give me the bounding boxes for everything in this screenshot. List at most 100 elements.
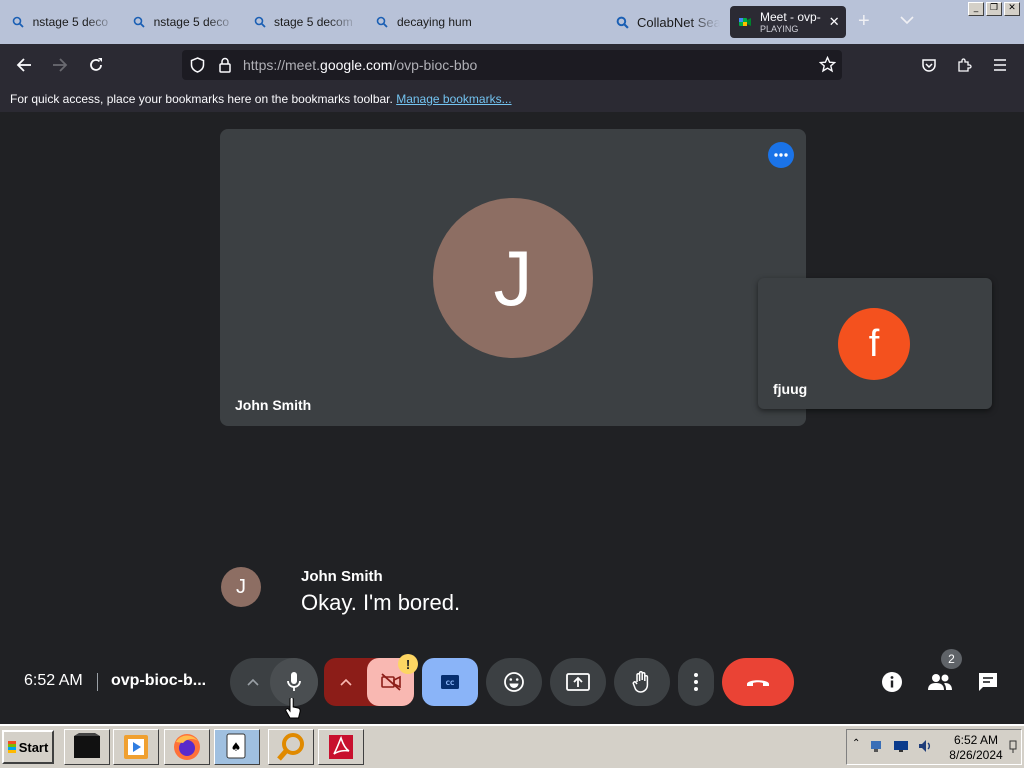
taskbar-app-solitaire[interactable]: ♠	[214, 729, 260, 765]
present-screen-button[interactable]	[550, 658, 606, 706]
windows-logo-icon	[7, 741, 16, 753]
url-text: https://meet.google.com/ovp-bioc-bbo	[243, 57, 478, 73]
pocket-button[interactable]	[916, 52, 942, 78]
hamburger-menu-icon	[994, 59, 1006, 71]
browser-tab[interactable]: decaying hum	[367, 6, 597, 38]
network-icon[interactable]	[869, 738, 885, 759]
svg-text:CC: CC	[446, 680, 455, 687]
hang-up-icon	[747, 680, 769, 686]
taskbar-time[interactable]: 6:52 AM	[945, 733, 1007, 747]
browser-tab-active[interactable]: Meet - ovp- PLAYING ✕	[730, 6, 846, 38]
app-menu-button[interactable]	[987, 52, 1013, 78]
meeting-code[interactable]: ovp-bioc-b...	[111, 672, 206, 690]
close-tab-icon[interactable]: ✕	[829, 14, 840, 30]
hand-icon	[632, 671, 649, 693]
bookmark-star-icon[interactable]	[818, 55, 837, 78]
participant-count-badge: 2	[941, 649, 962, 669]
show-everyone-button[interactable]	[926, 668, 954, 696]
search-icon	[254, 15, 266, 29]
pocket-icon	[922, 59, 936, 72]
chat-icon	[979, 673, 997, 691]
divider	[97, 673, 98, 691]
participant-avatar: f	[838, 308, 910, 380]
browser-tab[interactable]: CollabNet Sea	[608, 6, 720, 38]
svg-text:♠: ♠	[231, 740, 242, 754]
show-desktop-icon[interactable]	[1007, 738, 1019, 759]
browser-tab-strip: nstage 5 deco nstage 5 deco stage 5 deco…	[0, 0, 1024, 44]
captions-button[interactable]: CC	[422, 658, 478, 706]
taskbar-app-search[interactable]	[268, 729, 314, 765]
playing-cards-icon: ♠	[226, 733, 246, 759]
close-window-button[interactable]: ✕	[1004, 2, 1020, 16]
microphone-icon	[287, 672, 301, 691]
tile-more-options-button[interactable]	[768, 142, 794, 168]
taskbar-app-firefox[interactable]	[164, 729, 210, 765]
chevron-down-icon[interactable]	[900, 12, 914, 30]
chat-button[interactable]	[974, 668, 1002, 696]
lock-icon[interactable]	[218, 57, 232, 78]
window-controls: _ ❐ ✕	[968, 2, 1020, 16]
microphone-control-group	[230, 658, 318, 706]
volume-icon[interactable]	[917, 738, 933, 759]
emoji-icon	[504, 672, 524, 692]
people-icon	[928, 674, 952, 690]
search-icon	[375, 15, 389, 29]
search-icon	[12, 15, 25, 29]
firefox-icon	[174, 734, 200, 760]
caption-text: Okay. I'm bored.	[301, 590, 461, 615]
meeting-details-button[interactable]	[878, 668, 906, 696]
more-options-button[interactable]	[678, 658, 714, 706]
info-icon	[882, 672, 902, 692]
windows-taskbar: Start ♠ ⌃ 6:52 AM 8/26/2024	[0, 724, 1024, 768]
pdf-reader-icon	[329, 735, 353, 759]
search-icon	[616, 15, 629, 29]
mouse-cursor	[284, 696, 302, 725]
chevron-up-icon[interactable]: ⌃	[852, 738, 860, 749]
warning-badge: !	[398, 654, 418, 674]
reload-icon	[90, 58, 102, 71]
restore-button[interactable]: ❐	[986, 2, 1002, 16]
raise-hand-button[interactable]	[614, 658, 670, 706]
back-arrow-icon	[16, 58, 31, 72]
extensions-button[interactable]	[951, 52, 977, 78]
forward-button[interactable]	[47, 52, 73, 78]
participant-name: John Smith	[235, 397, 312, 413]
caption-speaker: John Smith	[301, 568, 383, 585]
media-player-icon	[124, 735, 148, 759]
forward-arrow-icon	[53, 58, 68, 72]
taskbar-app-acrobat[interactable]	[318, 729, 364, 765]
browser-tab[interactable]: nstage 5 deco	[4, 6, 116, 38]
reactions-button[interactable]	[486, 658, 542, 706]
more-horizontal-icon	[774, 153, 788, 157]
new-tab-button[interactable]: +	[858, 10, 870, 33]
system-tray: ⌃ 6:52 AM 8/26/2024	[846, 729, 1022, 765]
reload-button[interactable]	[83, 52, 109, 78]
search-icon	[133, 15, 146, 29]
more-vertical-icon	[694, 673, 698, 691]
participant-avatar: J	[433, 198, 593, 358]
start-button[interactable]: Start	[2, 730, 54, 764]
main-participant-tile[interactable]: J John Smith	[220, 129, 806, 426]
self-view-tile[interactable]: f fjuug	[758, 278, 992, 409]
caption-avatar: J	[221, 567, 261, 607]
browser-navigation-bar: https://meet.google.com/ovp-bioc-bbo	[0, 44, 1024, 86]
back-button[interactable]	[11, 52, 37, 78]
meeting-clock: 6:52 AM	[24, 672, 83, 689]
browser-tab[interactable]: stage 5 decom	[246, 6, 358, 38]
chevron-up-icon	[247, 678, 259, 686]
magnifier-icon	[277, 733, 304, 761]
minimize-button[interactable]: _	[968, 2, 984, 16]
taskbar-app-media[interactable]	[113, 729, 159, 765]
bookmarks-toolbar: For quick access, place your bookmarks h…	[0, 86, 1024, 112]
manage-bookmarks-link[interactable]: Manage bookmarks...	[396, 92, 511, 106]
browser-tab[interactable]: nstage 5 deco	[125, 6, 237, 38]
address-bar[interactable]: https://meet.google.com/ovp-bioc-bbo	[182, 50, 842, 80]
leave-call-button[interactable]	[722, 658, 794, 706]
display-icon[interactable]	[893, 738, 909, 759]
taskbar-date[interactable]: 8/26/2024	[945, 748, 1007, 762]
shield-icon[interactable]	[190, 57, 205, 78]
video-settings-button[interactable]	[324, 658, 368, 706]
participant-name: fjuug	[773, 381, 808, 397]
taskbar-app-terminal[interactable]	[64, 729, 110, 765]
closed-captions-icon: CC	[441, 675, 459, 689]
